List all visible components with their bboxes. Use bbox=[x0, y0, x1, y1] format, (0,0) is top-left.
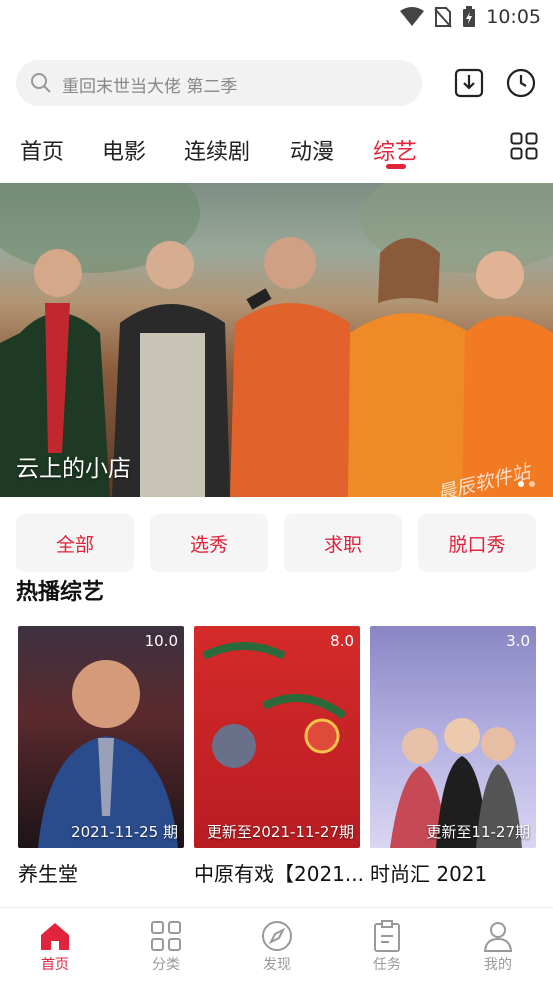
list-item[interactable]: 8.0 更新至2021-11-27期 中原有戏【2021... bbox=[194, 626, 364, 887]
wifi-icon bbox=[400, 7, 425, 26]
card-title: 时尚汇 2021 bbox=[370, 862, 488, 886]
compass-icon bbox=[262, 921, 292, 951]
nav-label: 我的 bbox=[484, 957, 512, 973]
chip-talk-show[interactable]: 脱口秀 bbox=[418, 514, 536, 572]
nav-home[interactable]: 首页 bbox=[15, 920, 95, 974]
section-title: 热播综艺 bbox=[16, 580, 105, 605]
tab-movies[interactable]: 电影 bbox=[102, 134, 146, 166]
all-categories-icon[interactable] bbox=[510, 132, 538, 160]
status-time: 10:05 bbox=[486, 6, 541, 28]
banner-caption: 云上的小店 bbox=[16, 456, 131, 482]
user-icon bbox=[483, 922, 513, 952]
search-input[interactable]: 重回末世当大佬 第二季 bbox=[16, 60, 422, 106]
tab-variety[interactable]: 综艺 bbox=[373, 134, 417, 166]
poster-art bbox=[390, 718, 522, 848]
poster-image: 8.0 更新至2021-11-27期 bbox=[194, 626, 360, 848]
list-item[interactable]: 10.0 2021-11-25 期 养生堂 bbox=[18, 626, 184, 887]
nav-category[interactable]: 分类 bbox=[126, 920, 206, 974]
history-clock-icon[interactable] bbox=[505, 67, 537, 99]
status-bar: 10:05 bbox=[0, 0, 553, 40]
clipboard-icon bbox=[374, 920, 400, 952]
poster-art bbox=[38, 660, 178, 848]
home-icon bbox=[41, 923, 69, 950]
nav-label: 首页 bbox=[41, 957, 69, 973]
carousel-dot bbox=[529, 481, 535, 487]
carousel-dots bbox=[518, 481, 535, 487]
active-tab-indicator bbox=[386, 164, 406, 169]
carousel-dot bbox=[518, 481, 524, 487]
download-icon[interactable] bbox=[453, 67, 485, 99]
chip-all[interactable]: 全部 bbox=[16, 514, 134, 572]
card-score: 10.0 bbox=[144, 632, 178, 650]
category-tabs: 首页 电影 连续剧 动漫 综艺 bbox=[0, 126, 553, 172]
search-icon bbox=[31, 73, 51, 93]
nav-label: 发现 bbox=[263, 957, 291, 973]
hero-banner[interactable]: 云上的小店 晨辰软件站 bbox=[0, 183, 553, 497]
nav-tasks[interactable]: 任务 bbox=[347, 920, 427, 974]
chip-talent-show[interactable]: 选秀 bbox=[150, 514, 268, 572]
grid-icon bbox=[151, 921, 181, 951]
tab-anime[interactable]: 动漫 bbox=[290, 134, 334, 166]
list-item[interactable]: 3.0 更新至11-27期 时尚汇 2021 bbox=[370, 626, 536, 887]
search-row: 重回末世当大佬 第二季 bbox=[16, 60, 537, 106]
nav-profile[interactable]: 我的 bbox=[458, 920, 538, 974]
poster-art bbox=[202, 642, 347, 768]
chip-job-hunting[interactable]: 求职 bbox=[284, 514, 402, 572]
card-title: 中原有戏【2021... bbox=[194, 862, 364, 886]
card-score: 3.0 bbox=[506, 632, 530, 650]
card-title: 养生堂 bbox=[18, 862, 78, 886]
tab-home[interactable]: 首页 bbox=[20, 134, 64, 166]
no-sim-icon bbox=[434, 7, 452, 28]
poster-image: 10.0 2021-11-25 期 bbox=[18, 626, 184, 848]
card-episode: 更新至11-27期 bbox=[426, 823, 530, 841]
search-placeholder: 重回末世当大佬 第二季 bbox=[62, 77, 238, 97]
card-score: 8.0 bbox=[330, 632, 354, 650]
nav-label: 任务 bbox=[373, 957, 401, 973]
nav-discover[interactable]: 发现 bbox=[237, 920, 317, 974]
card-episode: 更新至2021-11-27期 bbox=[206, 823, 354, 841]
card-episode: 2021-11-25 期 bbox=[71, 823, 178, 841]
poster-image: 3.0 更新至11-27期 bbox=[370, 626, 536, 848]
bottom-nav: 首页 分类 发现 任务 我的 bbox=[0, 907, 553, 984]
tab-series[interactable]: 连续剧 bbox=[184, 134, 250, 166]
nav-label: 分类 bbox=[152, 957, 180, 973]
filter-chips: 全部 选秀 求职 脱口秀 bbox=[16, 514, 537, 572]
battery-icon bbox=[463, 6, 476, 27]
variety-list: 10.0 2021-11-25 期 养生堂 8.0 更新至2021-11-27期… bbox=[16, 626, 553, 898]
